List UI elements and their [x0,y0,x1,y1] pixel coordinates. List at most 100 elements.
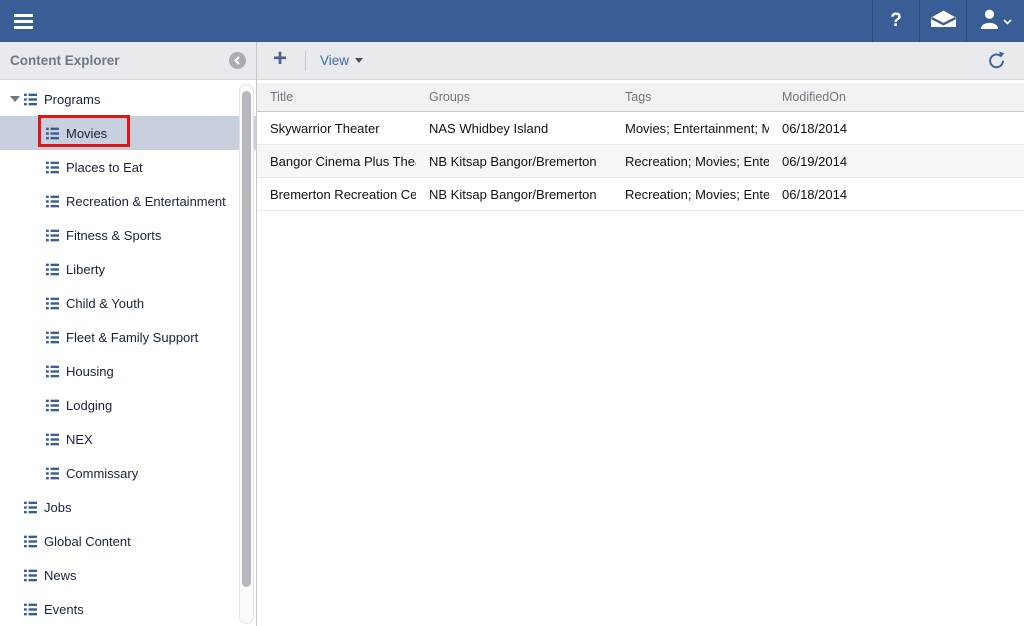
list-icon [46,229,60,242]
tree-item-label: Liberty [66,262,105,277]
tree-item-label: Events [44,602,84,617]
refresh-button[interactable] [987,51,1006,71]
list-icon [46,365,60,378]
cell-title: Skywarrior Theater [257,121,416,136]
list-icon [24,535,38,548]
tree-item-recreation-entertainment[interactable]: Recreation & Entertainment [0,184,256,218]
tree-item-label: Recreation & Entertainment [66,194,226,209]
tree-item-nex[interactable]: NEX [0,422,256,456]
tree-item-label: NEX [66,432,93,447]
tree-item-label: Programs [44,92,100,107]
help-button[interactable]: ? [872,0,919,42]
column-header-tags[interactable]: Tags [612,90,769,104]
panel-title: Content Explorer [10,53,120,68]
topbar-spacer [46,0,872,42]
page: ? [0,0,1024,626]
table-row[interactable]: Bremerton Recreation Ce... NB Kitsap Ban… [257,178,1024,211]
toolbar-separator [305,51,306,71]
cell-groups: NB Kitsap Bangor/Bremerton [416,154,612,169]
tree-item-child-youth[interactable]: Child & Youth [0,286,256,320]
cell-tags: Movies; Entertainment; M... [612,121,769,136]
tree-item-lodging[interactable]: Lodging [0,388,256,422]
list-icon [46,467,60,480]
tree-item-liberty[interactable]: Liberty [0,252,256,286]
list-icon [46,161,60,174]
hamburger-icon [14,14,33,29]
view-dropdown-label: View [320,53,349,68]
refresh-icon [987,51,1006,71]
user-icon [980,9,999,34]
cell-tags: Recreation; Movies; Enter... [612,187,769,202]
tree-item-label: Child & Youth [66,296,144,311]
menu-button[interactable] [0,0,46,42]
content-grid: Title Groups Tags ModifiedOn Skywarrior … [257,80,1024,626]
column-header-title[interactable]: Title [257,90,416,104]
tree-item-places-to-eat[interactable]: Places to Eat [0,150,256,184]
tree-item-housing[interactable]: Housing [0,354,256,388]
main-toolbar: + View [257,42,1024,80]
cell-tags: Recreation; Movies; Enter... [612,154,769,169]
tree-item-label: Global Content [44,534,131,549]
list-icon [24,569,38,582]
list-icon [24,603,38,616]
list-icon [24,93,38,106]
caret-down-icon [1003,12,1012,30]
list-icon [46,297,60,310]
cell-groups: NB Kitsap Bangor/Bremerton [416,187,612,202]
list-icon [46,195,60,208]
tree-item-label: Lodging [66,398,112,413]
main-panel: + View Title Groups Tags [257,42,1024,626]
list-icon [46,433,60,446]
tree-item-events[interactable]: Events [0,592,256,626]
content-explorer-panel: Content Explorer Programs Movies [0,42,257,626]
question-icon: ? [890,10,902,32]
tree-item-label: News [44,568,77,583]
list-icon [46,127,60,140]
tree-item-fitness-sports[interactable]: Fitness & Sports [0,218,256,252]
table-row[interactable]: Bangor Cinema Plus Thea... NB Kitsap Ban… [257,145,1024,178]
scrollbar-thumb[interactable] [242,91,251,587]
chevron-left-icon [233,56,242,65]
tree-item-label: Movies [66,126,107,141]
cell-modifiedon: 06/18/2014 [769,187,1024,202]
content-tree: Programs Movies Places to Eat Recreation… [0,80,256,626]
list-icon [46,331,60,344]
user-menu-button[interactable] [966,0,1024,42]
list-icon [46,263,60,276]
sidebar-header: Content Explorer [0,42,256,80]
tree-item-jobs[interactable]: Jobs [0,490,256,524]
mail-button[interactable] [919,0,966,42]
tree-item-label: Places to Eat [66,160,143,175]
tree-item-fleet-family-support[interactable]: Fleet & Family Support [0,320,256,354]
expand-toggle[interactable] [6,96,24,102]
list-icon [46,399,60,412]
cell-modifiedon: 06/19/2014 [769,154,1024,169]
column-header-groups[interactable]: Groups [416,90,612,104]
tree-item-label: Fitness & Sports [66,228,161,243]
cell-groups: NAS Whidbey Island [416,121,612,136]
collapse-panel-button[interactable] [229,52,246,69]
table-row[interactable]: Skywarrior Theater NAS Whidbey Island Mo… [257,112,1024,145]
tree-item-movies[interactable]: Movies [0,116,256,150]
cell-title: Bremerton Recreation Ce... [257,187,416,202]
sidebar-scrollbar[interactable] [239,84,254,624]
tree-item-programs[interactable]: Programs [0,82,256,116]
cell-modifiedon: 06/18/2014 [769,121,1024,136]
tree-item-news[interactable]: News [0,558,256,592]
tree-item-label: Fleet & Family Support [66,330,198,345]
grid-header: Title Groups Tags ModifiedOn [257,83,1024,112]
view-dropdown-button[interactable]: View [320,53,363,68]
tree-item-global-content[interactable]: Global Content [0,524,256,558]
column-header-modifiedon[interactable]: ModifiedOn [769,90,1024,104]
tree-item-label: Commissary [66,466,138,481]
cell-title: Bangor Cinema Plus Thea... [257,154,416,169]
caret-down-icon [355,58,363,63]
add-button[interactable]: + [273,47,287,74]
list-icon [24,501,38,514]
tree-item-label: Housing [66,364,114,379]
tree-item-commissary[interactable]: Commissary [0,456,256,490]
triangle-down-icon [10,96,20,102]
tree-item-label: Jobs [44,500,71,515]
topbar: ? [0,0,1024,42]
app-body: Content Explorer Programs Movies [0,42,1024,626]
